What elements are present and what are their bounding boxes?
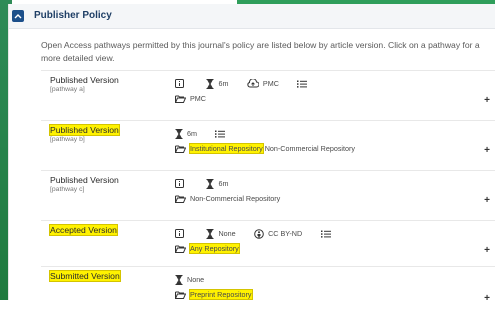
hourglass-icon (175, 128, 183, 139)
pathway-label: [pathway a] (50, 86, 85, 93)
cloud-upload-icon (247, 79, 259, 88)
info-icon (175, 229, 188, 239)
location-item: Preprint Repository (175, 289, 253, 301)
pathway-label: [pathway b] (50, 136, 85, 143)
location-value: Institutional Repository (189, 143, 264, 155)
pathway-row-published-b[interactable]: Published Version [pathway b] 6m Institu… (41, 120, 495, 165)
pathway-row-published-a[interactable]: Published Version [pathway a] 6m PMC PMC (41, 70, 495, 115)
embargo-item: 6m (206, 78, 229, 89)
pathway-label: [pathway c] (50, 186, 85, 193)
folder-open-icon (175, 245, 186, 253)
intro-text: Open Access pathways permitted by this j… (41, 40, 480, 63)
location-item: Any Repository (175, 243, 240, 255)
publisher-policy-panel: Publisher Policy Open Access pathways pe… (8, 4, 495, 304)
embargo-value: 6m (218, 179, 229, 189)
policy-title: Publisher Policy (34, 10, 112, 21)
folder-open-icon (175, 145, 186, 153)
expand-button[interactable]: + (484, 293, 490, 304)
hourglass-icon (206, 228, 214, 239)
version-label: Published Version (50, 75, 119, 85)
expand-button[interactable]: + (484, 195, 490, 206)
chevron-up-icon (14, 14, 22, 19)
embargo-item: 6m (206, 178, 229, 189)
cc-license-icon (254, 228, 264, 239)
version-label: Accepted Version (49, 224, 118, 236)
version-label: Published Version (49, 124, 120, 136)
embargo-value: 6m (187, 129, 197, 139)
list-icon (297, 80, 311, 88)
expand-button[interactable]: + (484, 95, 490, 106)
folder-open-icon (175, 95, 186, 103)
embargo-value: 6m (218, 79, 229, 89)
location-value: Any Repository (189, 243, 240, 255)
pathway-row-published-c[interactable]: Published Version [pathway c] 6m Non-Com… (41, 170, 495, 215)
license-value: CC BY-ND (268, 229, 303, 239)
pathway-row-submitted[interactable]: Submitted Version None Preprint Reposito… (41, 266, 495, 311)
location-item: Non-Commercial Repository (175, 194, 280, 203)
location-item: Institutional Repository Non-Commercial … (175, 143, 355, 155)
hourglass-icon (206, 178, 214, 189)
license-item: CC BY-ND (254, 228, 303, 239)
embargo-item: None (175, 274, 205, 285)
list-icon (215, 130, 229, 138)
info-icon (175, 79, 188, 89)
deposit-value: PMC (262, 79, 279, 89)
version-label: Published Version (50, 175, 119, 185)
location-value: Preprint Repository (189, 289, 253, 301)
policy-header[interactable]: Publisher Policy (9, 4, 495, 29)
embargo-value: None (218, 229, 236, 239)
location-value: PMC (190, 94, 206, 104)
deposit-item: PMC (247, 79, 279, 88)
pathway-row-accepted[interactable]: Accepted Version None CC BY-ND Any Repos… (41, 220, 495, 265)
embargo-value: None (187, 275, 205, 285)
collapse-toggle-button[interactable] (12, 10, 24, 22)
location-value: Non-Commercial Repository (264, 144, 355, 154)
info-icon (175, 179, 188, 189)
hourglass-icon (175, 274, 183, 285)
embargo-item: 6m (175, 128, 197, 139)
expand-button[interactable]: + (484, 145, 490, 156)
expand-button[interactable]: + (484, 245, 490, 256)
folder-open-icon (175, 195, 186, 203)
location-value: Non-Commercial Repository (190, 194, 281, 204)
embargo-item: None (206, 228, 236, 239)
folder-open-icon (175, 291, 186, 299)
location-item: PMC (175, 94, 206, 103)
version-label: Submitted Version (49, 270, 121, 282)
hourglass-icon (206, 78, 214, 89)
list-icon (320, 230, 335, 238)
